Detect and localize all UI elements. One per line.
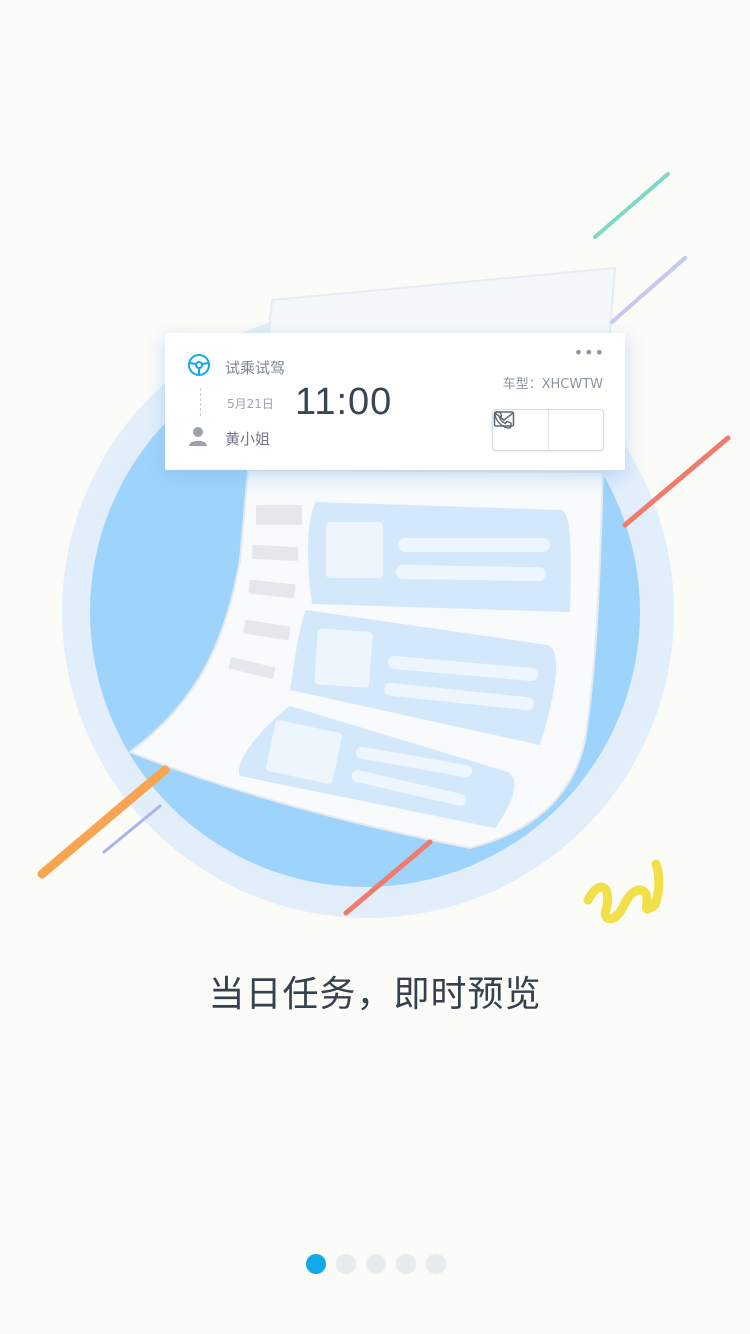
page-dot-4[interactable] [396,1254,416,1274]
customer-row: 黄小姐 [187,425,270,451]
onboarding-headline: 当日任务，即时预览 [208,974,542,1015]
more-options-icon[interactable]: ••• [574,345,605,361]
task-type-row: 试乘试驾 [187,353,285,381]
task-preview-card[interactable]: 试乘试驾 5月21日 11:00 黄小姐 ••• 车型：XHCWTW [165,333,625,470]
page-block-1 [307,502,571,612]
page-dot-1[interactable] [306,1254,326,1274]
contact-actions [492,409,604,451]
task-time: 11:00 [295,381,393,423]
person-icon [187,427,209,449]
document-illustration [37,172,731,924]
page-dot-5[interactable] [426,1254,446,1274]
task-type-label: 试乘试驾 [225,358,286,377]
page-dot-2[interactable] [336,1254,356,1274]
streak-lavender [610,256,687,324]
page-dot-3[interactable] [366,1254,386,1274]
vehicle-model: 车型：XHCWTW [502,377,603,392]
page-indicator [306,1254,446,1274]
call-button[interactable] [494,410,604,450]
streak-teal [593,172,670,239]
timeline-connector [200,388,201,416]
steering-wheel-icon [187,354,211,379]
task-date: 5月21日 [227,397,274,411]
ribbon-confetti [583,859,664,924]
customer-name: 黄小姐 [225,429,271,448]
onboarding-illustration: 试乘试驾 5月21日 11:00 黄小姐 ••• 车型：XHCWTW [0,0,750,960]
phone-icon [494,411,586,440]
